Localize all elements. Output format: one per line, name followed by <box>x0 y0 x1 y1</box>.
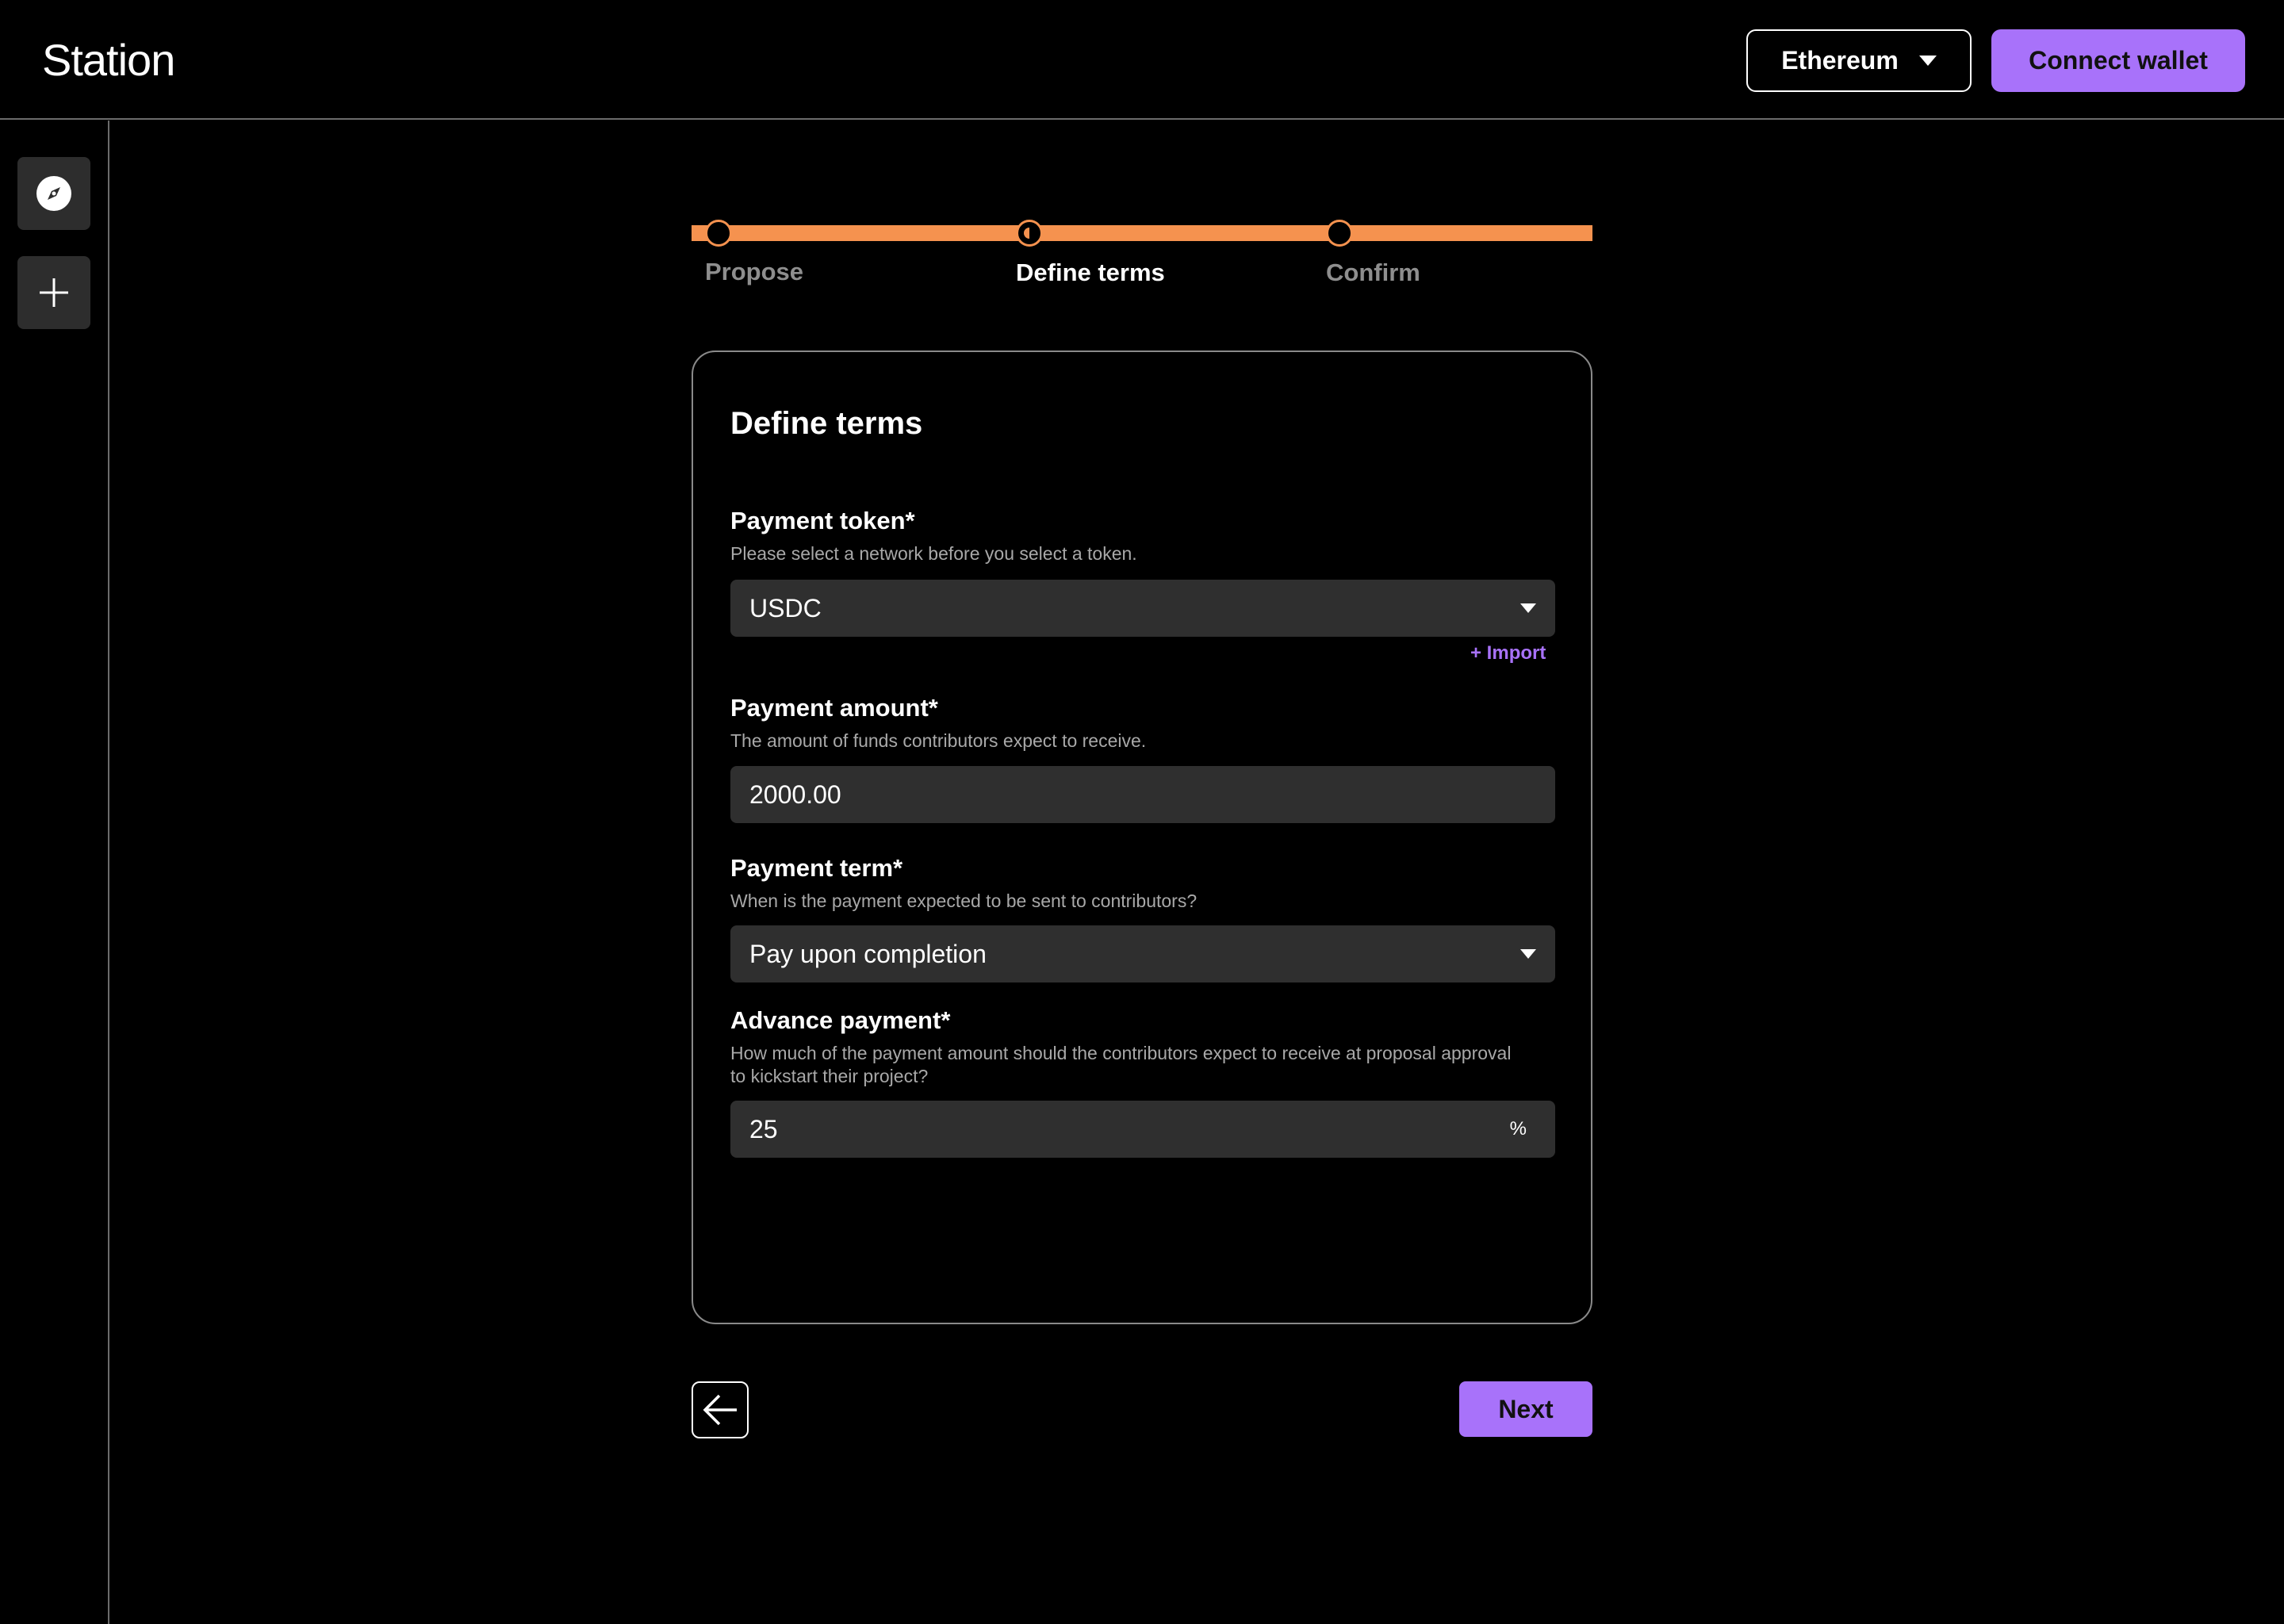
chevron-down-icon <box>1520 603 1536 613</box>
payment-term-label: Payment term* <box>730 854 903 882</box>
step-dot-propose <box>705 220 732 247</box>
back-button[interactable] <box>692 1381 749 1438</box>
payment-amount-value: 2000.00 <box>749 779 841 809</box>
chevron-down-icon <box>1520 949 1536 959</box>
step-label-confirm: Confirm <box>1326 259 1420 286</box>
payment-term-value: Pay upon completion <box>749 939 987 968</box>
advance-payment-value: 25 <box>749 1114 778 1143</box>
compass-icon <box>36 176 71 211</box>
step-dot-define-terms <box>1016 220 1043 247</box>
step-dot-confirm <box>1326 220 1353 247</box>
stepper-track <box>692 225 1592 241</box>
payment-token-label: Payment token* <box>730 507 915 534</box>
progress-stepper: Propose Define terms Confirm <box>692 213 1592 300</box>
connect-wallet-button[interactable]: Connect wallet <box>1991 29 2245 92</box>
card-title: Define terms <box>730 406 923 441</box>
payment-token-help: Please select a network before you selec… <box>730 543 1137 564</box>
sidebar <box>0 121 109 1624</box>
payment-amount-help: The amount of funds contributors expect … <box>730 730 1147 751</box>
sidebar-add-button[interactable] <box>17 256 90 329</box>
step-label-define-terms: Define terms <box>1016 259 1165 286</box>
payment-term-help: When is the payment expected to be sent … <box>730 891 1198 911</box>
app-title: Station <box>42 35 175 85</box>
payment-amount-label: Payment amount* <box>730 694 938 722</box>
advance-payment-input[interactable]: 25 % <box>730 1101 1555 1158</box>
percent-suffix: % <box>1509 1118 1527 1139</box>
payment-token-select[interactable]: USDC <box>730 580 1555 637</box>
sidebar-explore-button[interactable] <box>17 157 90 230</box>
arrow-left-icon <box>703 1394 737 1426</box>
chevron-down-icon <box>1918 56 1937 66</box>
half-circle-icon <box>1024 228 1035 239</box>
payment-amount-input[interactable]: 2000.00 <box>730 766 1555 823</box>
plus-icon <box>40 278 68 307</box>
advance-payment-help: How much of the payment amount should th… <box>730 1043 1512 1086</box>
network-label: Ethereum <box>1781 46 1899 75</box>
step-label-propose: Propose <box>705 258 804 285</box>
import-token-link[interactable]: + Import <box>1470 642 1546 665</box>
top-header: Station Ethereum Connect wallet <box>0 0 2284 120</box>
payment-term-select[interactable]: Pay upon completion <box>730 925 1555 982</box>
payment-token-value: USDC <box>749 593 822 622</box>
advance-payment-label: Advance payment* <box>730 1006 951 1034</box>
network-selector-button[interactable]: Ethereum <box>1746 29 1972 92</box>
next-button[interactable]: Next <box>1459 1381 1592 1437</box>
define-terms-card: Define terms Payment token* Please selec… <box>692 350 1592 1324</box>
